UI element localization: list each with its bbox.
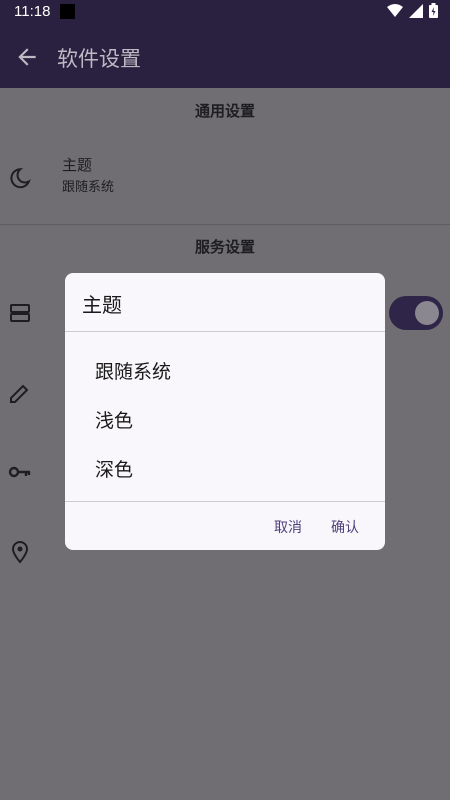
app-bar: 软件设置 bbox=[0, 24, 450, 88]
status-bar: 11:18 bbox=[0, 0, 450, 24]
notification-icon bbox=[60, 4, 75, 19]
toggle-knob bbox=[415, 301, 439, 325]
theme-row-subtitle: 跟随系统 bbox=[62, 180, 115, 195]
dialog-option-follow-system[interactable]: 跟随系统 bbox=[95, 357, 171, 384]
theme-row-title: 主题 bbox=[62, 156, 93, 174]
cancel-button[interactable]: 取消 bbox=[274, 517, 302, 537]
dialog-divider-bottom bbox=[65, 501, 385, 502]
dialog-title: 主题 bbox=[82, 293, 122, 317]
settings-row-theme[interactable]: 主题 跟随系统 bbox=[0, 146, 450, 210]
server-toggle[interactable] bbox=[389, 296, 443, 330]
battery-icon bbox=[429, 3, 438, 18]
theme-dialog: 主题 跟随系统 浅色 深色 取消 确认 bbox=[65, 273, 385, 550]
status-time: 11:18 bbox=[14, 3, 51, 20]
dialog-option-dark[interactable]: 深色 bbox=[95, 455, 133, 482]
section-header-service: 服务设置 bbox=[194, 238, 255, 256]
signal-icon bbox=[409, 3, 423, 18]
dialog-divider-top bbox=[65, 331, 385, 332]
confirm-button[interactable]: 确认 bbox=[331, 517, 359, 537]
arrow-left-icon[interactable] bbox=[14, 44, 40, 70]
pencil-icon bbox=[10, 384, 29, 403]
location-icon bbox=[11, 540, 29, 564]
moon-icon bbox=[10, 168, 31, 189]
status-icons bbox=[387, 3, 438, 18]
key-icon bbox=[8, 466, 31, 478]
section-header-general: 通用设置 bbox=[194, 102, 255, 120]
page-title: 软件设置 bbox=[57, 47, 141, 71]
server-icon bbox=[10, 304, 30, 322]
dialog-option-light[interactable]: 浅色 bbox=[95, 406, 133, 433]
section-divider bbox=[0, 224, 450, 225]
wifi-icon bbox=[387, 3, 403, 17]
